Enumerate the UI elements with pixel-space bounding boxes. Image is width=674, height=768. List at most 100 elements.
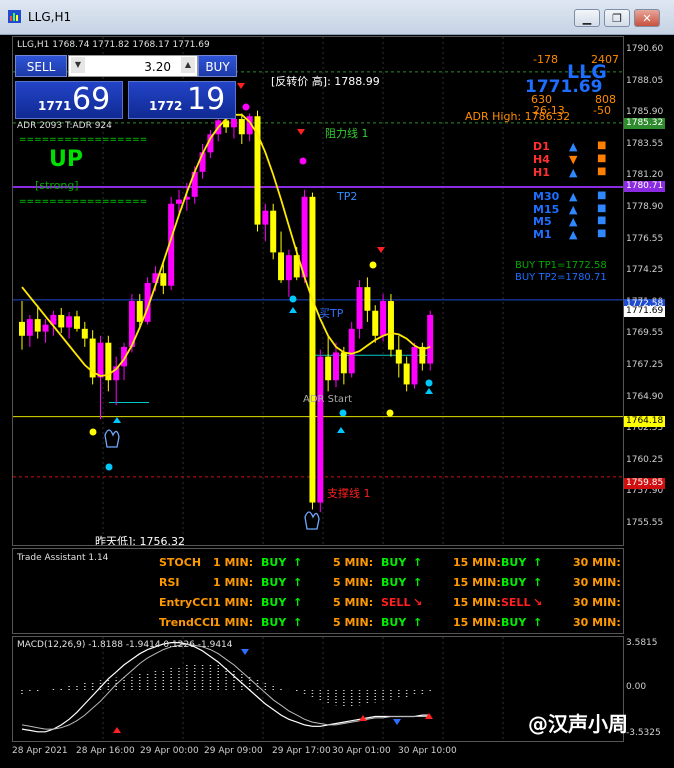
timeframe-1min: 1 MIN: (213, 616, 254, 629)
price-tick: 1755.55 (626, 518, 664, 528)
candle-body (262, 210, 269, 225)
candle-body (356, 287, 363, 329)
close-icon[interactable]: ✕ (634, 9, 660, 27)
trend-direction-icon: ▲ (569, 215, 578, 228)
trend-strength: [strong] (35, 179, 79, 192)
bid-price-small: 1771 (38, 99, 72, 113)
price-level-tag: 1764.18 (624, 416, 666, 427)
trend-square-icon: ■ (597, 190, 607, 201)
timeframe-1min: 1 MIN: (213, 576, 254, 589)
signal-dot (369, 261, 377, 269)
price-tick: 1790.60 (626, 44, 664, 54)
signal-15min: BUY (501, 576, 527, 589)
candle-body (340, 352, 347, 374)
candle-body (19, 321, 25, 336)
signal-5min: BUY (381, 616, 407, 629)
time-tick: 29 Apr 00:00 (140, 746, 199, 756)
terminal-window: LLG,H1 ▁ ❐ ✕ LLG,H1 1768.74 1771.82 1768… (0, 0, 674, 768)
candle-body (285, 255, 292, 281)
signal-15min: BUY (501, 556, 527, 569)
buy-tp1-text: BUY TP1=1772.58 (515, 260, 607, 271)
price-tick: 1778.90 (626, 202, 664, 212)
timeframe-label: H4 (533, 153, 550, 166)
timeframe-label: H1 (533, 166, 550, 179)
signal-dot (105, 463, 113, 471)
time-axis[interactable]: 28 Apr 2021 28 Apr 16:00 29 Apr 00:00 29 Ap… (12, 744, 624, 764)
macd-tick: 3.5815 (626, 638, 658, 648)
candle-body (301, 196, 308, 278)
timeframe-5min: 5 MIN: (333, 556, 374, 569)
restore-icon[interactable]: ❐ (604, 9, 630, 27)
sell-button[interactable]: SELL (15, 55, 67, 77)
chart-window-icon (8, 10, 21, 23)
timeframe-15min: 15 MIN: (453, 576, 501, 589)
lot-increase-icon[interactable]: ▲ (181, 57, 195, 73)
time-tick: 30 Apr 01:00 (332, 746, 391, 756)
candle-body (372, 310, 379, 336)
signal-dot (89, 428, 97, 436)
arrow-icon: ↑ (293, 576, 303, 589)
trend-direction-icon: ▲ (569, 166, 578, 179)
arrow-icon: ↑ (533, 616, 543, 629)
sell-arrow-icon (297, 129, 305, 135)
info-value-minus50: -50 (593, 104, 611, 117)
timeframe-label: D1 (533, 140, 550, 153)
trend-square-icon: ■ (597, 202, 607, 214)
ask-price-small: 1772 (149, 99, 183, 113)
trend-direction-icon: ▲ (569, 227, 578, 241)
hand-pointer-icon (304, 511, 320, 530)
candle-body (66, 316, 73, 328)
time-tick: 29 Apr 09:00 (204, 746, 263, 756)
trade-assistant-panel: Trade Assistant 1.14 STOCH 1 MIN: BUY ↑ 5 MI… (12, 548, 624, 634)
price-tick: 1776.55 (626, 233, 664, 244)
signal-5min: BUY (381, 556, 407, 569)
buy-button[interactable]: BUY (198, 55, 237, 77)
candle-body (364, 287, 371, 311)
minimize-icon[interactable]: ▁ (574, 9, 600, 27)
candle-body (81, 328, 88, 339)
candle-body (26, 319, 33, 336)
candle-body (411, 346, 418, 385)
time-tick: 28 Apr 2021 (12, 746, 68, 756)
title-bar[interactable]: LLG,H1 ▁ ❐ ✕ (0, 0, 674, 35)
signal-1min: BUY (261, 556, 287, 569)
buy-arrow-icon (337, 427, 345, 433)
signal-dot (242, 103, 250, 111)
timeframe-30min: 30 MIN: (573, 556, 621, 569)
time-tick: 28 Apr 16:00 (76, 746, 135, 756)
candle-body (97, 342, 104, 378)
candle-body (333, 352, 339, 381)
price-axis[interactable]: 1790.60 1788.05 1785.90 1783.55 1781.20 1778.… (624, 36, 668, 762)
arrow-icon: ↑ (533, 556, 543, 569)
lot-decrease-icon[interactable]: ▼ (71, 57, 85, 73)
signal-1min: BUY (261, 576, 287, 589)
timeframe-15min: 15 MIN: (453, 556, 501, 569)
trend-direction-icon: ▲ (569, 140, 578, 153)
candle-body (427, 314, 434, 364)
resistance-label: 阻力线 1 (325, 127, 369, 140)
timeframe-label: M1 (533, 227, 552, 241)
time-tick: 29 Apr 17:00 (272, 746, 331, 756)
price-level-tag: 1780.71 (624, 181, 666, 192)
window-title: LLG,H1 (28, 10, 72, 24)
arrow-icon: ↑ (293, 556, 303, 569)
ask-price-button[interactable]: 1772 19 (128, 81, 236, 119)
trend-square-icon: ■ (597, 153, 607, 164)
candle-body (348, 328, 355, 374)
signal-15min: BUY (501, 616, 527, 629)
lot-size-input[interactable]: 3.20 (68, 55, 198, 77)
bid-price-button[interactable]: 1771 69 (15, 81, 123, 119)
tp1-label: 买TP (319, 307, 344, 320)
adr-high-label: ADR High: 1786.32 (465, 110, 571, 123)
trend-word: UP (49, 147, 83, 172)
signal-15min: SELL (501, 596, 531, 609)
candle-body (270, 210, 277, 253)
sell-arrow-icon (377, 247, 385, 253)
candle-body (136, 301, 143, 322)
candle-body (42, 324, 49, 332)
timeframe-5min: 5 MIN: (333, 596, 374, 609)
candle-body (403, 363, 410, 385)
arrow-icon: ↑ (413, 616, 423, 629)
trade-assistant-title: Trade Assistant 1.14 (17, 553, 109, 563)
arrow-icon: ↑ (413, 556, 423, 569)
